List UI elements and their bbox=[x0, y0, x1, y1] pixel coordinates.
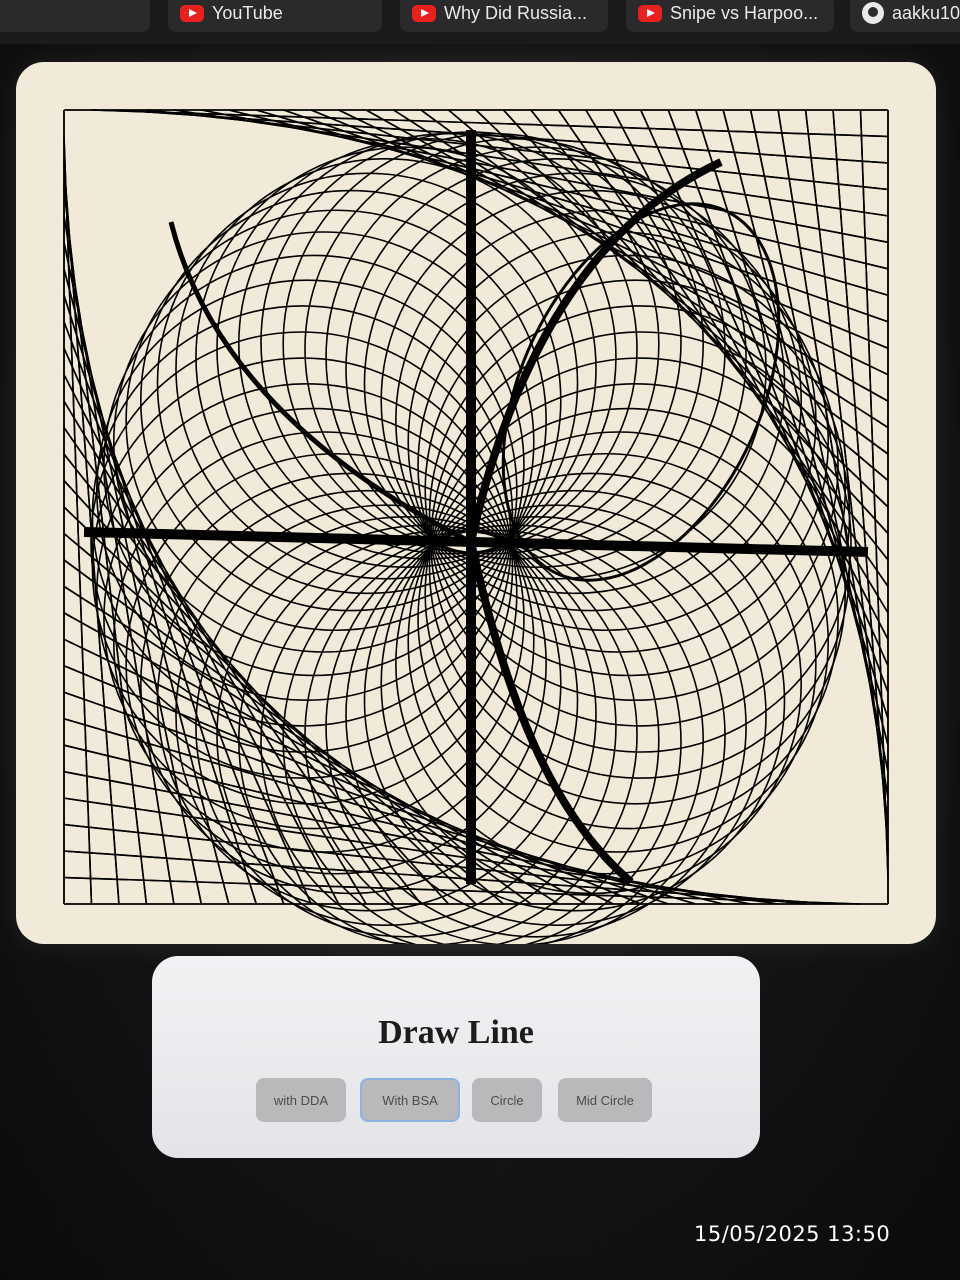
dda-button[interactable]: with DDA bbox=[256, 1078, 346, 1122]
bookmark-youtube[interactable]: YouTube bbox=[168, 0, 382, 32]
control-panel: Draw Line with DDA With BSA Circle Mid C… bbox=[152, 956, 760, 1158]
photo-timestamp: 15/05/2025 13:50 bbox=[694, 1222, 891, 1246]
bookmark-label: Why Did Russia... bbox=[444, 2, 588, 23]
bookmark-label: Snipe vs Harpoo... bbox=[670, 2, 819, 23]
circle-button[interactable]: Circle bbox=[472, 1078, 542, 1122]
bookmark-github[interactable]: aakku10 bbox=[850, 0, 960, 32]
bookmark-label: aakku10 bbox=[892, 2, 960, 23]
line-art bbox=[63, 109, 889, 944]
bookmarks-bar: YouTube Why Did Russia... Snipe vs Harpo… bbox=[0, 0, 960, 44]
bookmark-1[interactable] bbox=[0, 0, 150, 32]
drawing-canvas[interactable] bbox=[16, 62, 936, 944]
youtube-icon bbox=[180, 4, 204, 22]
youtube-icon bbox=[412, 4, 436, 22]
mid-circle-button[interactable]: Mid Circle bbox=[558, 1078, 652, 1122]
bookmark-label: YouTube bbox=[212, 2, 283, 23]
panel-title: Draw Line bbox=[378, 1014, 534, 1051]
bookmark-why-did-russia[interactable]: Why Did Russia... bbox=[400, 0, 608, 32]
youtube-icon bbox=[638, 4, 662, 22]
bsa-button[interactable]: With BSA bbox=[360, 1078, 460, 1122]
github-icon bbox=[862, 2, 884, 24]
bookmark-snipe-vs-harpoon[interactable]: Snipe vs Harpoo... bbox=[626, 0, 834, 32]
